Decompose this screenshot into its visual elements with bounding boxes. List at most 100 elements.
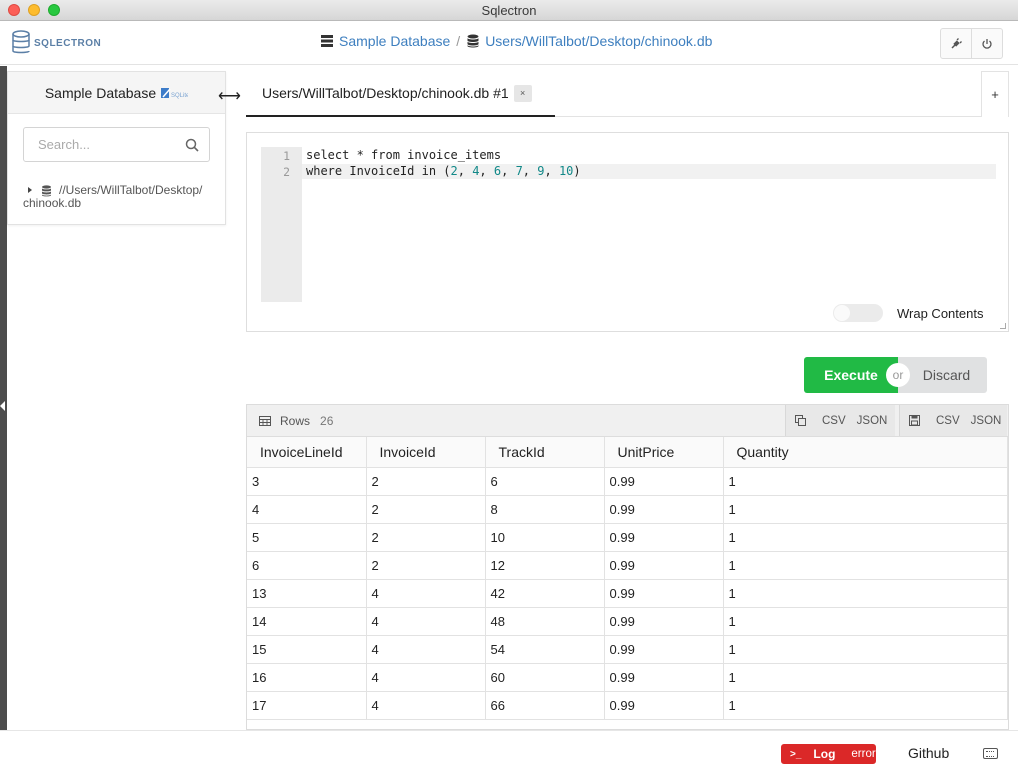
table-cell[interactable]: 0.99 [604, 579, 724, 608]
wrap-contents-label[interactable]: Wrap Contents [897, 306, 983, 321]
add-tab-button[interactable]: + [981, 71, 1009, 117]
table-row[interactable]: 13 4 42 0.99 1 [247, 579, 1008, 608]
wrap-contents-toggle[interactable] [833, 304, 883, 322]
table-cell[interactable]: 12 [485, 551, 605, 580]
table-cell[interactable]: 13 [247, 579, 367, 608]
table-cell[interactable]: 15 [247, 635, 367, 664]
search-input[interactable] [24, 128, 184, 161]
table-cell[interactable]: 2 [366, 551, 486, 580]
table-cell[interactable]: 66 [485, 691, 605, 720]
table-cell[interactable]: 0.99 [604, 523, 724, 552]
code-number: 10 [558, 164, 574, 178]
table-cell[interactable]: 1 [723, 635, 1008, 664]
column-header[interactable]: UnitPrice [604, 437, 724, 468]
column-header[interactable]: InvoiceId [366, 437, 486, 468]
copy-json-button[interactable]: JSON [857, 415, 888, 427]
table-cell[interactable]: 54 [485, 635, 605, 664]
results-table: InvoiceLineId InvoiceId TrackId UnitPric… [247, 437, 1008, 720]
log-button[interactable]: >_ Log error [781, 744, 876, 764]
editor-resize-handle[interactable] [1000, 323, 1006, 329]
table-cell[interactable]: 1 [723, 691, 1008, 720]
expand-caret-icon[interactable] [28, 187, 32, 193]
tab-query-1[interactable]: Users/WillTalbot/Desktop/chinook.db #1 × [246, 71, 555, 117]
log-status: error [851, 748, 876, 760]
table-row[interactable]: 14 4 48 0.99 1 [247, 607, 1008, 636]
table-cell[interactable]: 1 [723, 523, 1008, 552]
window-title: Sqlectron [481, 3, 537, 18]
table-cell[interactable]: 48 [485, 607, 605, 636]
code-number: 4 [472, 164, 480, 178]
save-json-button[interactable]: JSON [971, 415, 1002, 427]
sql-editor[interactable]: 1 2 select * from invoice_items where In… [246, 132, 1009, 332]
table-cell[interactable]: 2 [366, 495, 486, 524]
query-tabs: Users/WillTalbot/Desktop/chinook.db #1 ×… [246, 71, 1009, 117]
database-tree-item[interactable]: //Users/WillTalbot/Desktop/ chinook.db [23, 184, 218, 210]
results-toolbar: Rows 26 CSV JSON CSV JSON [247, 405, 1008, 437]
table-cell[interactable]: 5 [247, 523, 367, 552]
table-cell[interactable]: 10 [485, 523, 605, 552]
table-cell[interactable]: 4 [366, 691, 486, 720]
sidebar-resize-handle[interactable]: ⟷ [218, 86, 241, 106]
table-cell[interactable]: 1 [723, 551, 1008, 580]
copy-export-group: CSV JSON [785, 405, 895, 436]
copy-csv-button[interactable]: CSV [822, 415, 846, 427]
table-cell[interactable]: 0.99 [604, 551, 724, 580]
table-cell[interactable]: 42 [485, 579, 605, 608]
table-cell[interactable]: 6 [485, 467, 605, 496]
table-cell[interactable]: 1 [723, 495, 1008, 524]
table-cell[interactable]: 1 [723, 579, 1008, 608]
database-logo-icon [12, 30, 30, 54]
breadcrumb-path[interactable]: Users/WillTalbot/Desktop/chinook.db [485, 33, 712, 49]
table-cell[interactable]: 4 [366, 607, 486, 636]
column-header[interactable]: TrackId [485, 437, 605, 468]
table-cell[interactable]: 1 [723, 607, 1008, 636]
table-cell[interactable]: 14 [247, 607, 367, 636]
table-cell[interactable]: 1 [723, 663, 1008, 692]
table-cell[interactable]: 8 [485, 495, 605, 524]
table-cell[interactable]: 4 [366, 579, 486, 608]
table-cell[interactable]: 0.99 [604, 467, 724, 496]
table-cell[interactable]: 2 [366, 523, 486, 552]
table-row[interactable]: 6 2 12 0.99 1 [247, 551, 1008, 580]
table-cell[interactable]: 0.99 [604, 607, 724, 636]
close-tab-button[interactable]: × [513, 84, 532, 102]
breadcrumb-database[interactable]: Sample Database [339, 33, 450, 49]
rows-label: Rows [280, 414, 311, 428]
save-icon [909, 415, 920, 426]
table-cell[interactable]: 0.99 [604, 663, 724, 692]
table-cell[interactable]: 4 [366, 635, 486, 664]
collapse-arrow-icon [0, 401, 5, 411]
table-cell[interactable]: 17 [247, 691, 367, 720]
terminal-icon: >_ [790, 748, 802, 760]
table-cell[interactable]: 60 [485, 663, 605, 692]
table-cell[interactable]: 16 [247, 663, 367, 692]
table-cell[interactable]: 0.99 [604, 691, 724, 720]
keyboard-icon[interactable] [983, 748, 998, 759]
table-row[interactable]: 15 4 54 0.99 1 [247, 635, 1008, 664]
table-cell[interactable]: 0.99 [604, 635, 724, 664]
sidebar-collapse-strip[interactable] [0, 66, 7, 730]
github-link[interactable]: Github [908, 745, 949, 761]
server-icon [321, 35, 333, 47]
table-row[interactable]: 16 4 60 0.99 1 [247, 663, 1008, 692]
table-cell[interactable]: 4 [366, 663, 486, 692]
save-csv-button[interactable]: CSV [936, 415, 960, 427]
table-cell[interactable]: 6 [247, 551, 367, 580]
power-button[interactable] [971, 28, 1003, 59]
disconnect-button[interactable] [940, 28, 972, 59]
table-cell[interactable]: 4 [247, 495, 367, 524]
rows-info: Rows 26 [259, 414, 333, 428]
execute-button[interactable]: Execute [804, 357, 898, 393]
column-header[interactable]: InvoiceLineId [247, 437, 367, 468]
table-row[interactable]: 5 2 10 0.99 1 [247, 523, 1008, 552]
table-cell[interactable]: 3 [247, 467, 367, 496]
search-icon[interactable] [185, 138, 199, 152]
table-cell[interactable]: 1 [723, 467, 1008, 496]
table-row[interactable]: 4 2 8 0.99 1 [247, 495, 1008, 524]
table-cell[interactable]: 2 [366, 467, 486, 496]
discard-button[interactable]: Discard [898, 357, 987, 393]
table-cell[interactable]: 0.99 [604, 495, 724, 524]
table-row[interactable]: 3 2 6 0.99 1 [247, 467, 1008, 496]
column-header[interactable]: Quantity [723, 437, 1008, 468]
table-row[interactable]: 17 4 66 0.99 1 [247, 691, 1008, 720]
